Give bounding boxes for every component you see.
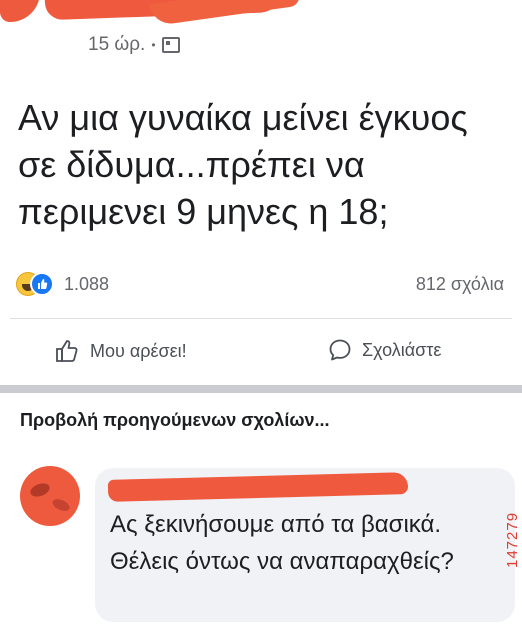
comment-button-label: Σχολιάστε bbox=[362, 339, 442, 360]
watermark: 147279 bbox=[504, 511, 521, 568]
comment-text: Ας ξεκινήσουμε από τα βασικά. Θέλεις όντ… bbox=[110, 511, 454, 575]
post-card: 15 ώρ. • Αν μια γυναίκα μείνει έγκυος σε… bbox=[0, 0, 522, 385]
photo-icon bbox=[161, 37, 180, 53]
view-previous-comments-link[interactable]: Προβολή προηγούμενων σχολίων... bbox=[20, 410, 330, 431]
thumb-up-icon bbox=[56, 340, 78, 362]
redacted-commenter-avatar[interactable] bbox=[20, 466, 80, 526]
like-button[interactable]: Μου αρέσει! bbox=[54, 338, 187, 364]
post-text: Αν μια γυναίκα μείνει έγκυος σε δίδυμα..… bbox=[18, 97, 468, 232]
reaction-icons bbox=[16, 272, 58, 296]
like-button-label: Μου αρέσει! bbox=[90, 340, 187, 361]
comment-bubble-icon bbox=[329, 339, 351, 361]
meta-separator: • bbox=[151, 38, 156, 52]
reactions-count: 1.088 bbox=[64, 273, 110, 294]
divider bbox=[10, 318, 512, 319]
comments-count[interactable]: 812 σχόλια bbox=[416, 274, 504, 295]
post-meta: 15 ώρ. • bbox=[88, 34, 180, 56]
post-time[interactable]: 15 ώρ. bbox=[88, 34, 145, 56]
redacted-author-name-overlay bbox=[149, 0, 301, 27]
section-separator bbox=[0, 385, 522, 393]
comment-button[interactable]: Σχολιάστε bbox=[328, 338, 441, 362]
like-icon bbox=[30, 272, 54, 296]
redacted-avatar bbox=[0, 0, 40, 22]
reactions-summary[interactable]: 1.088 bbox=[16, 272, 109, 296]
